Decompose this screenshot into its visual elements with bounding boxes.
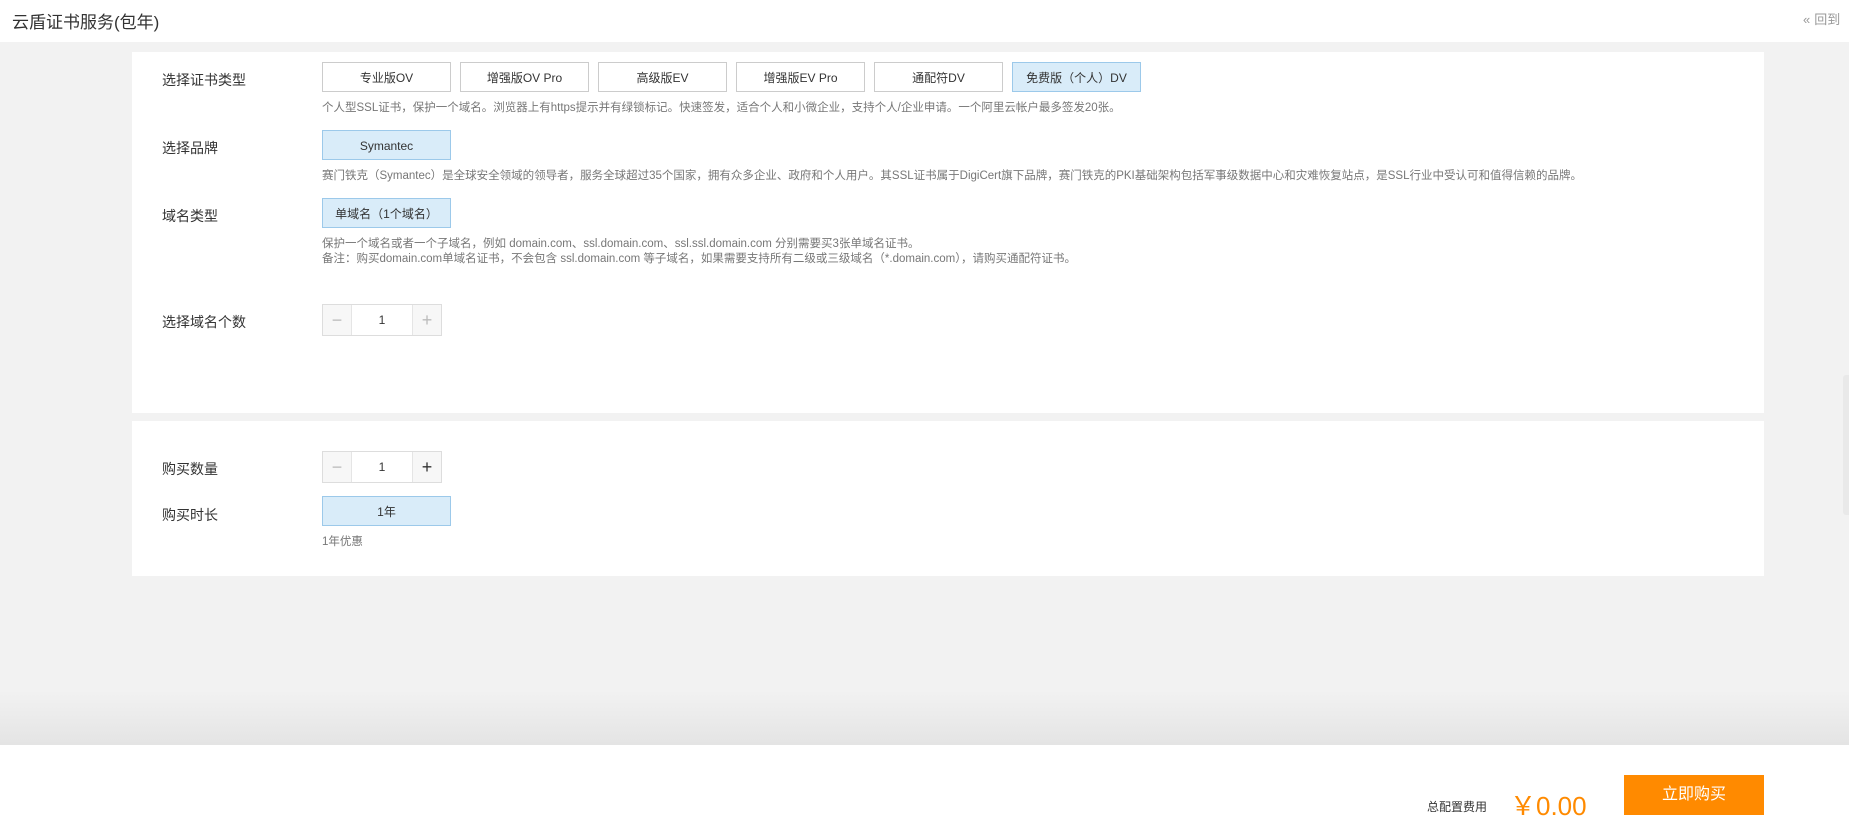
duration-label: 购买时长 bbox=[162, 507, 218, 523]
back-link-label: 回到 bbox=[1814, 12, 1841, 27]
domain-count-input[interactable] bbox=[352, 305, 412, 335]
minus-icon[interactable]: − bbox=[323, 305, 352, 335]
plus-icon[interactable]: + bbox=[412, 452, 441, 482]
duration-note: 1年优惠 bbox=[322, 536, 363, 548]
plus-icon[interactable]: + bbox=[412, 305, 441, 335]
domain-count-stepper: − + bbox=[322, 304, 442, 336]
quantity-input[interactable] bbox=[352, 452, 412, 482]
cert-type-option-ov-pro[interactable]: 增强版OV Pro bbox=[460, 62, 589, 92]
domain-type-description-2: 备注：购买domain.com单域名证书，不会包含 ssl.domain.com… bbox=[322, 253, 1076, 265]
back-link[interactable]: «回到 bbox=[1803, 9, 1849, 28]
brand-label: 选择品牌 bbox=[162, 140, 218, 156]
cert-type-option-ov[interactable]: 专业版OV bbox=[322, 62, 451, 92]
total-cost-value: ￥0.00 bbox=[1510, 791, 1587, 821]
cert-type-option-ev[interactable]: 高级版EV bbox=[598, 62, 727, 92]
total-cost-label: 总配置费用 bbox=[1427, 800, 1488, 814]
page-title: 云盾证书服务(包年) bbox=[12, 13, 160, 32]
cert-type-option-ev-pro[interactable]: 增强版EV Pro bbox=[736, 62, 865, 92]
cert-type-option-free-dv[interactable]: 免费版（个人）DV bbox=[1012, 62, 1141, 92]
cert-type-option-wildcard-dv[interactable]: 通配符DV bbox=[874, 62, 1003, 92]
domain-type-label: 域名类型 bbox=[162, 208, 218, 224]
domain-type-description-1: 保护一个域名或者一个子域名，例如 domain.com、ssl.domain.c… bbox=[322, 238, 920, 250]
top-bar: 云盾证书服务(包年) «回到 bbox=[0, 0, 1849, 42]
purchase-panel: 购买数量 − + 购买时长 1年 1年优惠 bbox=[132, 421, 1764, 576]
brand-description: 赛门铁克（Symantec）是全球安全领域的领导者，服务全球超过35个国家，拥有… bbox=[322, 170, 1582, 182]
quantity-label: 购买数量 bbox=[162, 461, 218, 477]
cert-type-description: 个人型SSL证书，保护一个域名。浏览器上有https提示并有绿锁标记。快速签发，… bbox=[322, 102, 1121, 114]
quantity-stepper: − + bbox=[322, 451, 442, 483]
domain-type-option-single[interactable]: 单域名（1个域名） bbox=[322, 198, 451, 228]
footer-bar: 总配置费用 ￥0.00 立即购买 bbox=[0, 745, 1849, 826]
cert-config-panel: 选择证书类型 专业版OV 增强版OV Pro 高级版EV 增强版EV Pro 通… bbox=[132, 52, 1764, 413]
minus-icon[interactable]: − bbox=[323, 452, 352, 482]
buy-now-button[interactable]: 立即购买 bbox=[1624, 775, 1764, 815]
double-chevron-left-icon: « bbox=[1803, 12, 1811, 27]
brand-option-symantec[interactable]: Symantec bbox=[322, 130, 451, 160]
cert-type-label: 选择证书类型 bbox=[162, 72, 246, 88]
domain-count-label: 选择域名个数 bbox=[162, 314, 246, 330]
duration-option-1-year[interactable]: 1年 bbox=[322, 496, 451, 526]
side-tab[interactable] bbox=[1843, 375, 1849, 515]
footer-shadow bbox=[0, 690, 1849, 745]
